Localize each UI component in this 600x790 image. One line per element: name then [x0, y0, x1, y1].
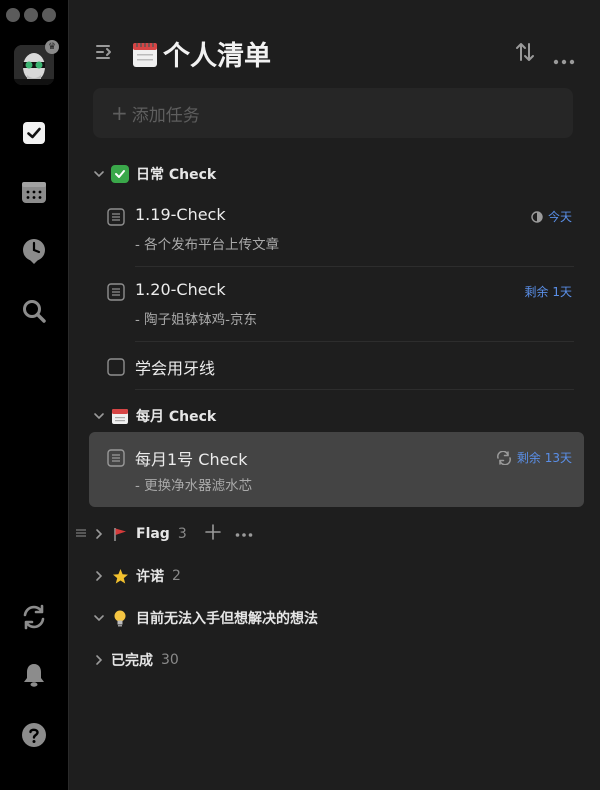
- task-due-date[interactable]: 剩余 1天: [525, 283, 572, 300]
- sidebar-item-notifications[interactable]: [21, 662, 47, 688]
- section-title: Flag: [136, 526, 170, 542]
- repeat-icon: [496, 450, 511, 465]
- task-title: 1.20-Check: [135, 280, 226, 299]
- plus-icon: +: [111, 101, 128, 125]
- divider: [135, 389, 574, 390]
- section-title: 已完成: [111, 653, 153, 669]
- sidebar-item-calendar[interactable]: [21, 179, 47, 205]
- due-label: 剩余 13天: [516, 451, 572, 465]
- page-title-text: 个人清单: [163, 41, 271, 72]
- page-title: 个人清单: [131, 34, 271, 73]
- note-task-icon[interactable]: [107, 283, 125, 301]
- sidebar-item-help[interactable]: [21, 722, 47, 748]
- section-title: 许诺: [136, 569, 164, 585]
- divider: [135, 341, 574, 342]
- red-flag-icon: [111, 525, 129, 543]
- section-title: 日常 Check: [136, 167, 217, 183]
- help-icon: [22, 723, 46, 747]
- task-title: 学会用牙线: [135, 359, 216, 378]
- chevron-down-icon: [94, 171, 104, 178]
- sidebar-item-sync[interactable]: [21, 604, 47, 630]
- sidebar-item-search[interactable]: [21, 298, 47, 324]
- due-label: 剩余 1天: [524, 285, 572, 299]
- task-description: - 陶子姐钵钵鸡-京东: [135, 312, 258, 328]
- ellipsis-icon: [235, 533, 253, 537]
- zoom-window-button[interactable]: [42, 8, 56, 22]
- sort-arrows-icon: [516, 43, 534, 61]
- note-task-icon[interactable]: [107, 208, 125, 226]
- sidebar-item-pomodoro[interactable]: [21, 238, 47, 264]
- drag-handle[interactable]: [75, 525, 87, 539]
- plus-icon: [204, 524, 221, 540]
- section-title: 目前无法入手但想解决的想法: [136, 611, 318, 627]
- sidebar: ♛: [0, 0, 69, 790]
- section-count: 30: [161, 652, 179, 668]
- toggle-sidebar-button[interactable]: [95, 42, 117, 62]
- task-due-date[interactable]: 剩余 13天: [496, 449, 572, 466]
- checkbox-unchecked-icon[interactable]: [107, 358, 125, 376]
- search-icon: [23, 300, 46, 323]
- section-daily-check[interactable]: 日常 Check: [93, 164, 216, 184]
- task-title: 1.19-Check: [135, 205, 226, 224]
- calendar-emoji-icon: [111, 407, 129, 425]
- sort-button[interactable]: [514, 40, 536, 64]
- section-ideas[interactable]: 目前无法入手但想解决的想法: [93, 608, 318, 628]
- add-task-input[interactable]: + 添加任务: [93, 88, 573, 138]
- divider: [135, 266, 574, 267]
- light-bulb-icon: [111, 609, 129, 627]
- section-count: 2: [172, 568, 181, 584]
- sidebar-item-tasks[interactable]: [21, 120, 47, 146]
- bell-icon: [24, 664, 44, 687]
- task-description: - 更换净水器滤水芯: [135, 478, 253, 494]
- drag-handle-icon: [76, 529, 86, 537]
- task-title[interactable]: 每月1号 Check: [135, 446, 248, 470]
- add-task-placeholder: 添加任务: [131, 105, 200, 126]
- section-monthly-check[interactable]: 每月 Check: [93, 406, 216, 426]
- note-task-icon[interactable]: [107, 449, 125, 467]
- chevron-right-icon: [96, 529, 103, 539]
- task-due-date[interactable]: 今天: [531, 208, 572, 225]
- window-controls: [6, 8, 56, 22]
- chevron-down-icon: [94, 615, 104, 622]
- clock-icon: [23, 239, 45, 264]
- ellipsis-icon: [553, 59, 575, 65]
- add-to-section-button[interactable]: [204, 524, 221, 544]
- due-label: 今天: [547, 210, 572, 224]
- close-window-button[interactable]: [6, 8, 20, 22]
- chevron-down-icon: [94, 413, 104, 420]
- calendar-icon: [22, 182, 46, 203]
- section-promise[interactable]: 许诺 2: [93, 566, 181, 586]
- chevron-right-icon: [96, 571, 103, 581]
- chevron-right-icon: [96, 655, 103, 665]
- main-panel: 个人清单 + 添加任务 日常 Check 1.19-Check - 各个发布平台…: [69, 0, 600, 790]
- checkbox-icon: [23, 122, 45, 144]
- half-circle-icon: [531, 210, 543, 223]
- section-flag[interactable]: Flag 3: [93, 524, 253, 544]
- task-description: - 各个发布平台上传文章: [135, 237, 280, 253]
- more-options-button[interactable]: [553, 50, 575, 65]
- glowing-star-icon: [111, 567, 129, 585]
- section-title: 每月 Check: [136, 409, 217, 425]
- calendar-emoji-icon: [133, 42, 157, 67]
- sync-icon: [23, 604, 45, 630]
- collapse-menu-icon: [96, 45, 111, 59]
- section-completed[interactable]: 已完成 30: [93, 650, 179, 670]
- crown-badge-icon: ♛: [45, 40, 59, 54]
- section-more-button[interactable]: [235, 526, 253, 542]
- section-count: 3: [177, 526, 187, 542]
- check-mark-icon: [111, 165, 129, 183]
- minimize-window-button[interactable]: [24, 8, 38, 22]
